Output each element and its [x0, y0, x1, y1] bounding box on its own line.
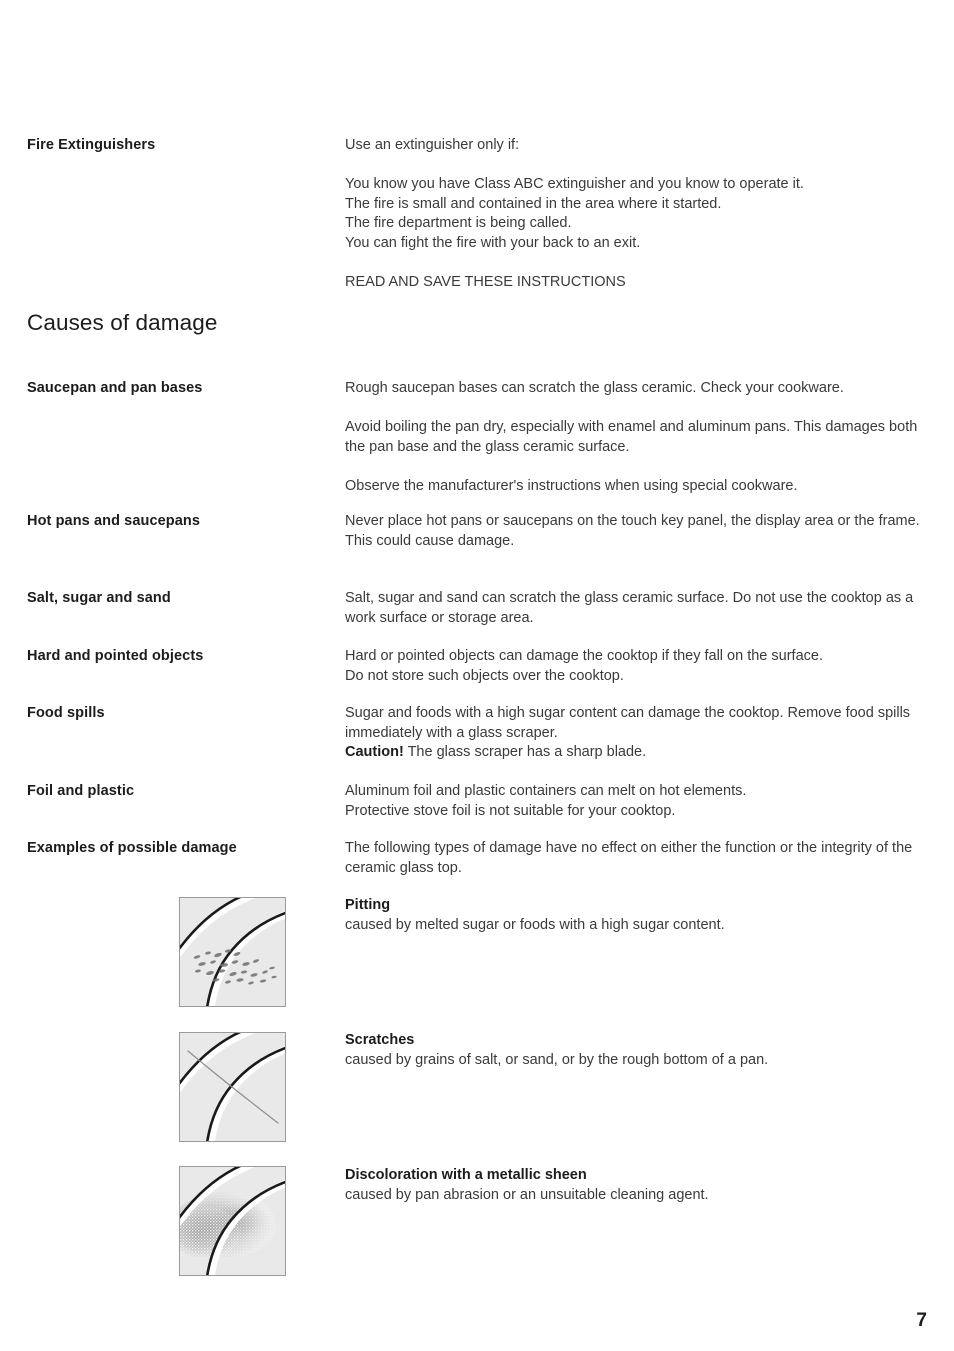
entry-body: Sugar and foods with a high sugar conten… [345, 704, 935, 763]
cooktop-pitting-illustration [179, 897, 286, 1007]
example-caption-scratches: Scratches caused by grains of salt, or s… [345, 1031, 935, 1070]
entry-label: Fire Extinguishers [27, 137, 156, 153]
entry-label: Saucepan and pan bases [27, 380, 203, 396]
paragraph: The following types of damage have no ef… [345, 840, 913, 876]
entry-body: Never place hot pans or saucepans on the… [345, 512, 935, 551]
paragraph: Aluminum foil and plastic containers can… [345, 783, 747, 819]
caution-label: Caution! [345, 744, 404, 760]
entry-body: Aluminum foil and plastic containers can… [345, 782, 935, 821]
paragraph: Avoid boiling the pan dry, especially wi… [345, 419, 918, 455]
example-description: caused by pan abrasion or an unsuitable … [345, 1186, 709, 1203]
example-title: Discoloration with a metallic sheen [345, 1167, 587, 1183]
page-number: 7 [916, 1310, 927, 1331]
example-caption-discoloration: Discoloration with a metallic sheen caus… [345, 1166, 935, 1205]
paragraph: Salt, sugar and sand can scratch the gla… [345, 590, 914, 626]
entry-label: Hot pans and saucepans [27, 513, 201, 529]
paragraph: Never place hot pans or saucepans on the… [345, 513, 920, 549]
entry-label: Examples of possible damage [27, 840, 237, 856]
caution-text: The glass scraper has a sharp blade. [403, 744, 647, 760]
example-caption-pitting: Pitting caused by melted sugar or foods … [345, 896, 935, 935]
entry-body: Hard or pointed objects can damage the c… [345, 647, 935, 686]
entry-body: Use an extinguisher only if: You know yo… [345, 136, 935, 292]
entry-label: Food spills [27, 705, 105, 721]
discoloration-graphic [180, 1167, 285, 1275]
entry-body: Rough saucepan bases can scratch the gla… [345, 379, 935, 496]
cooktop-discoloration-illustration [179, 1166, 286, 1276]
scratches-graphic [180, 1033, 285, 1141]
paragraph: Hard or pointed objects can damage the c… [345, 648, 823, 684]
example-title: Pitting [345, 897, 391, 913]
manual-page: Fire Extinguishers Use an extinguisher o… [0, 0, 954, 1351]
paragraph: Rough saucepan bases can scratch the gla… [345, 380, 844, 396]
example-title: Scratches [345, 1032, 415, 1048]
paragraph: Use an extinguisher only if: [345, 137, 520, 153]
paragraph: You know you have Class ABC extinguisher… [345, 176, 804, 251]
entry-label: Hard and pointed objects [27, 648, 204, 664]
cooktop-scratches-illustration [179, 1032, 286, 1142]
paragraph: READ AND SAVE THESE INSTRUCTIONS [345, 273, 626, 290]
example-description: caused by grains of salt, or sand, or by… [345, 1051, 769, 1068]
entry-body: Salt, sugar and sand can scratch the gla… [345, 589, 935, 628]
entry-label: Salt, sugar and sand [27, 590, 171, 606]
paragraph: Sugar and foods with a high sugar conten… [345, 705, 911, 741]
caution-paragraph: Caution! The glass scraper has a sharp b… [345, 743, 935, 763]
example-description: caused by melted sugar or foods with a h… [345, 916, 725, 933]
paragraph: Observe the manufacturer's instructions … [345, 477, 798, 494]
entry-label: Foil and plastic [27, 783, 135, 799]
pitting-graphic [180, 898, 285, 1006]
entry-body: The following types of damage have no ef… [345, 839, 935, 878]
page-title: Causes of damage [27, 310, 218, 335]
